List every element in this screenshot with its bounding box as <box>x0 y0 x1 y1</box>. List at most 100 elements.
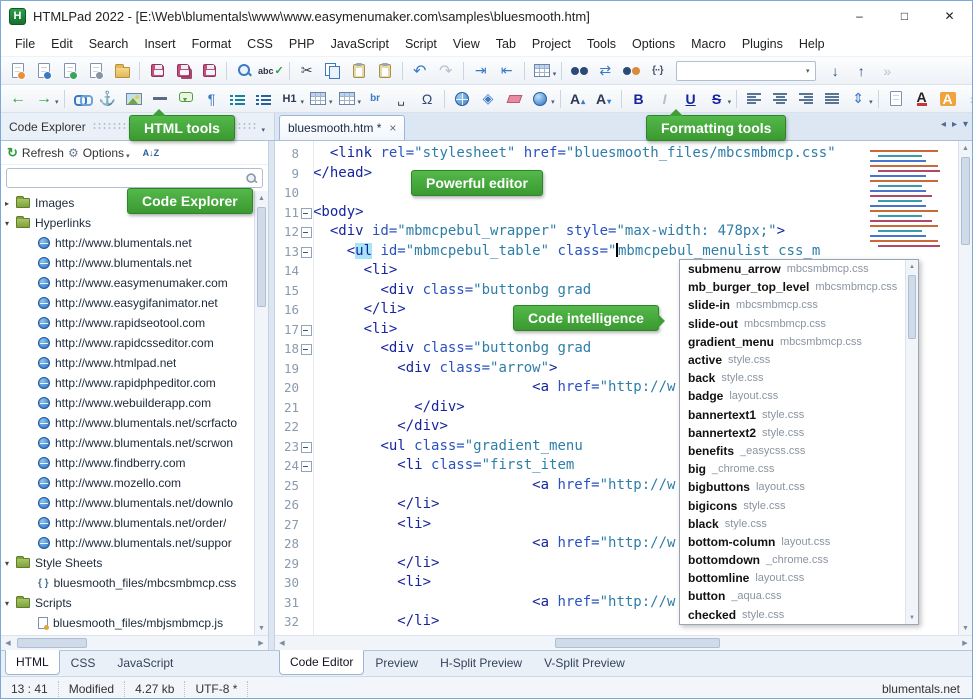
options-caret-icon[interactable]: ▾ <box>126 152 130 160</box>
find-icon[interactable] <box>567 60 591 82</box>
special-character-icon[interactable]: Ω <box>415 88 439 110</box>
tree-expander-icon[interactable]: ▾ <box>5 599 16 608</box>
tree-vertical-scrollbar[interactable]: ▲ ▼ <box>254 191 268 635</box>
fold-toggle-icon[interactable] <box>299 398 313 418</box>
fold-toggle-icon[interactable] <box>299 593 313 613</box>
tab-scroll-left-icon[interactable]: ◂ <box>941 119 946 130</box>
tab-list-caret-icon[interactable]: ▾ <box>963 119 968 130</box>
fold-toggle-icon[interactable] <box>299 144 313 164</box>
tree-item[interactable]: ▾ Scripts <box>1 593 268 613</box>
tree-item[interactable]: http://www.blumentals.net/scrwon <box>1 433 268 453</box>
sort-icon[interactable]: A↓Z <box>143 148 160 158</box>
scroll-right-icon[interactable]: ▶ <box>958 639 972 647</box>
tree-item[interactable]: http://www.blumentals.net/scrfacto <box>1 413 268 433</box>
open-document-icon[interactable] <box>110 60 134 82</box>
scroll-down-icon[interactable]: ▼ <box>906 611 918 624</box>
menu-item[interactable]: File <box>7 33 43 55</box>
autocomplete-item[interactable]: bottomdown _chrome.css <box>680 551 905 569</box>
fold-toggle-icon[interactable] <box>299 437 313 457</box>
tree-item[interactable]: bluesmooth_files/mbjsmbmcp.js <box>1 613 268 633</box>
code-line[interactable]: 8 <link rel="stylesheet" href="bluesmoot… <box>275 144 958 164</box>
underline-icon[interactable]: U <box>679 88 703 110</box>
scroll-down-icon[interactable]: ▼ <box>959 621 972 635</box>
search-icon[interactable] <box>246 172 258 184</box>
anchor-icon[interactable]: ⚓ <box>96 88 120 110</box>
scrollbar-thumb[interactable] <box>961 157 970 245</box>
autocomplete-item[interactable]: bigbuttons layout.css <box>680 478 905 496</box>
font-decrease-icon[interactable]: A ▾ <box>592 88 616 110</box>
code-line[interactable]: 9 </head> <box>275 164 958 184</box>
heading-h1-icon[interactable]: H1 <box>278 88 302 110</box>
open-from-web-icon[interactable] <box>58 60 82 82</box>
bullet-list-icon[interactable] <box>226 88 250 110</box>
autocomplete-item[interactable]: button _aqua.css <box>680 587 905 605</box>
tree-item[interactable]: http://www.blumentals.net <box>1 253 268 273</box>
tree-item[interactable]: http://www.rapidphpeditor.com <box>1 373 268 393</box>
fold-toggle-icon[interactable] <box>299 534 313 554</box>
toolbar-overflow-icon[interactable]: » <box>962 88 972 110</box>
autocomplete-item[interactable]: badge layout.css <box>680 387 905 405</box>
strikethrough-icon[interactable]: S <box>705 88 729 110</box>
editor-view-tab[interactable]: V-Split Preview <box>533 651 636 675</box>
editor-view-tab[interactable]: H-Split Preview <box>429 651 533 675</box>
fold-toggle-icon[interactable] <box>299 554 313 574</box>
color-picker-icon[interactable]: ◈ <box>476 88 500 110</box>
fold-toggle-icon[interactable] <box>299 222 313 242</box>
menu-item[interactable]: Project <box>524 33 579 55</box>
outdent-icon[interactable]: ⇤ <box>495 60 519 82</box>
bold-icon[interactable]: B <box>627 88 651 110</box>
menu-item[interactable]: Options <box>624 33 683 55</box>
scroll-down-icon[interactable]: ▼ <box>255 621 268 635</box>
autocomplete-item[interactable]: bottom-column layout.css <box>680 533 905 551</box>
fold-toggle-icon[interactable] <box>299 378 313 398</box>
scrollbar-thumb[interactable] <box>257 207 266 307</box>
menu-item[interactable]: Script <box>397 33 445 55</box>
highlight-color-icon[interactable]: A <box>936 88 960 110</box>
tree-item[interactable]: http://www.rapidseotool.com <box>1 313 268 333</box>
menu-item[interactable]: Tab <box>488 33 524 55</box>
explorer-search-input[interactable] <box>10 170 244 186</box>
find-next-icon[interactable]: ↓ <box>823 60 847 82</box>
spell-check-icon[interactable]: abc ✓ <box>258 60 284 82</box>
fold-toggle-icon[interactable] <box>299 612 313 632</box>
code-line[interactable]: 11 <body> <box>275 203 958 223</box>
minimize-button[interactable]: – <box>837 1 882 31</box>
editor-horizontal-scrollbar[interactable]: ◀ ▶ <box>275 635 972 650</box>
autocomplete-item[interactable]: bottomline layout.css <box>680 569 905 587</box>
redo-icon[interactable]: ↷ <box>434 60 458 82</box>
gear-icon[interactable]: ⚙ <box>68 146 79 160</box>
menu-item[interactable]: Insert <box>136 33 183 55</box>
fold-toggle-icon[interactable] <box>299 515 313 535</box>
line-spacing-icon[interactable]: ⇕ <box>846 88 870 110</box>
autocomplete-item[interactable]: back style.css <box>680 369 905 387</box>
code-explorer-tree[interactable]: ▲ ▼ ▸ Images ▾ Hyperlinks http://www.blu… <box>1 191 268 635</box>
css-style-icon[interactable] <box>528 88 552 110</box>
search-combobox[interactable]: ▾ <box>676 60 817 81</box>
tree-item[interactable]: http://www.easymenumaker.com <box>1 273 268 293</box>
menu-item[interactable]: PHP <box>281 33 323 55</box>
tree-item[interactable]: http://www.blumentals.net/order/ <box>1 513 268 533</box>
tree-item[interactable]: http://www.htmlpad.net <box>1 353 268 373</box>
fold-toggle-icon[interactable] <box>299 261 313 281</box>
autocomplete-item[interactable]: bannertext1 style.css <box>680 406 905 424</box>
numbered-list-icon[interactable] <box>252 88 276 110</box>
scroll-left-icon[interactable]: ◀ <box>1 639 15 647</box>
menu-item[interactable]: Format <box>184 33 240 55</box>
font-color-icon[interactable]: A <box>910 88 934 110</box>
tree-item[interactable]: ▾ Hyperlinks <box>1 213 268 233</box>
forward-icon[interactable]: → <box>32 88 56 110</box>
insert-table-icon[interactable] <box>530 60 554 82</box>
fold-toggle-icon[interactable] <box>299 203 313 223</box>
tree-item[interactable]: ▾ Style Sheets <box>1 553 268 573</box>
save-all-icon[interactable] <box>171 60 195 82</box>
scroll-up-icon[interactable]: ▲ <box>906 260 918 273</box>
save-as-icon[interactable] <box>197 60 221 82</box>
edit-table-icon[interactable] <box>335 88 359 110</box>
code-minimap[interactable] <box>868 145 952 247</box>
new-from-template-icon[interactable] <box>32 60 56 82</box>
tree-item[interactable]: http://www.blumentals.net/downlo <box>1 493 268 513</box>
scrollbar-thumb[interactable] <box>555 638 720 648</box>
code-line[interactable]: 12 <div id="mbmcpebul_wrapper" style="ma… <box>275 222 958 242</box>
menu-item[interactable]: Plugins <box>734 33 791 55</box>
popup-scrollbar[interactable]: ▲ ▼ <box>905 260 918 624</box>
